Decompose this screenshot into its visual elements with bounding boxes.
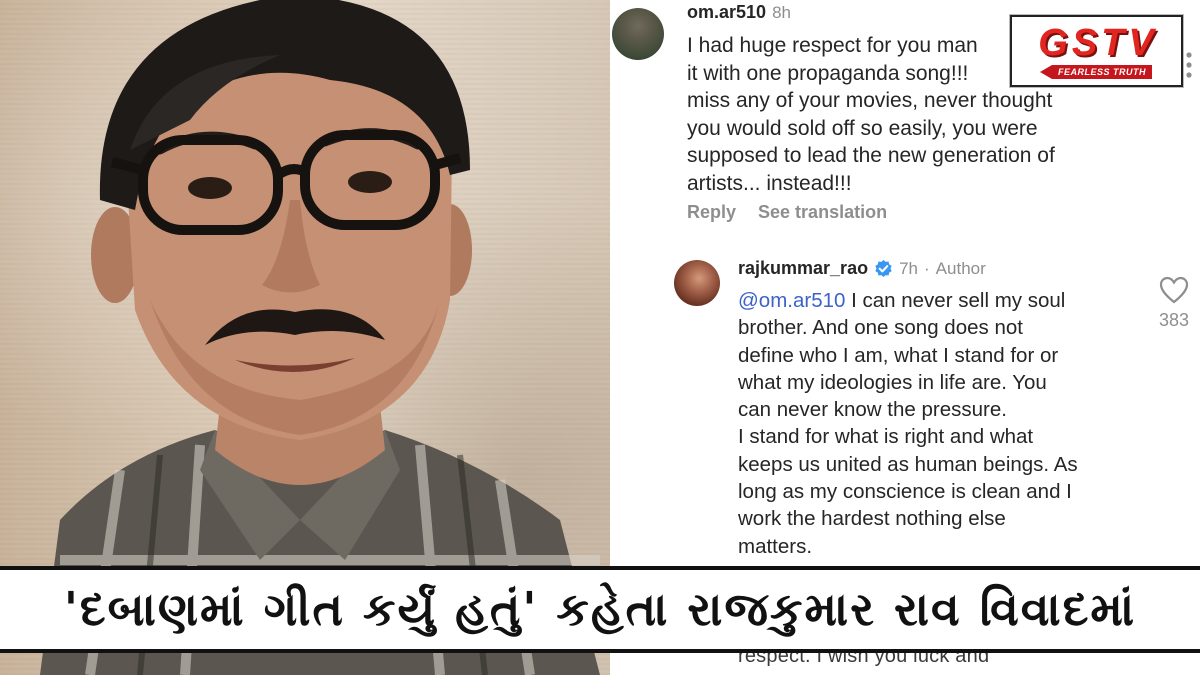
more-options-icon[interactable] [1182,50,1196,80]
gstv-logo: GSTV FEARLESS TRUTH [1010,15,1183,87]
comment-2-line: can never know the pressure. [738,398,1007,422]
commenter-avatar[interactable] [612,8,664,60]
comment-2-header: rajkummar_rao 7h · Author [738,258,986,279]
logo-tagline: FEARLESS TRUTH [1040,65,1152,79]
comment-2-username[interactable]: rajkummar_rao [738,258,868,279]
comment-2-line: work the hardest nothing else [738,507,1006,531]
logo-letters: GSTV [1038,22,1158,64]
comment-1-username[interactable]: om.ar510 [687,2,766,22]
comment-2-like-count: 383 [1159,310,1190,330]
heart-icon[interactable] [1159,276,1189,304]
comment-2-line: I can never sell my soul [845,289,1066,312]
comment-1-time: 8h [772,3,791,22]
comment-2-line: matters. [738,534,813,558]
see-translation-button[interactable]: See translation [758,202,887,222]
author-label: Author [935,258,986,278]
comment-2-line: what my ideologies in life are. You [738,370,1047,394]
verified-badge-icon [875,259,892,278]
comment-2-line: define who I am, what I stand for or [738,343,1059,367]
mention-link[interactable]: @om.ar510 [738,289,845,312]
comment-2-text: @om.ar510 I can never sell my soul broth… [738,287,1138,560]
comment-2-line: I stand for what is right and what [738,425,1034,449]
comment-1-line: you would sold off so easily, you were [687,116,1038,140]
headline-banner: 'દબાણમાં ગીત કર્યું હતું' કહેતા રાજકુમાર… [0,566,1200,653]
comment-2-line: keeps us united as human beings. As [738,452,1078,476]
comment-1-line: supposed to lead the new generation of [687,144,1055,167]
comment-1-line: artists... instead!!! [687,171,852,195]
headline-text: 'દબાણમાં ગીત કર્યું હતું' કહેતા રાજકુમાર… [63,581,1137,636]
comment-2-time: 7h [899,258,918,278]
author-avatar[interactable] [674,260,720,306]
comment-2-line: long as my conscience is clean and I [738,480,1072,504]
comment-2-line: brother. And one song does not [738,316,1023,340]
comment-1-actions: Reply See translation [687,202,909,223]
comment-1-header: om.ar510 8h [687,2,791,23]
comment-2-separator: · [924,258,930,278]
reply-button[interactable]: Reply [687,202,736,222]
comment-1-line: miss any of your movies, never thought [687,89,1053,112]
